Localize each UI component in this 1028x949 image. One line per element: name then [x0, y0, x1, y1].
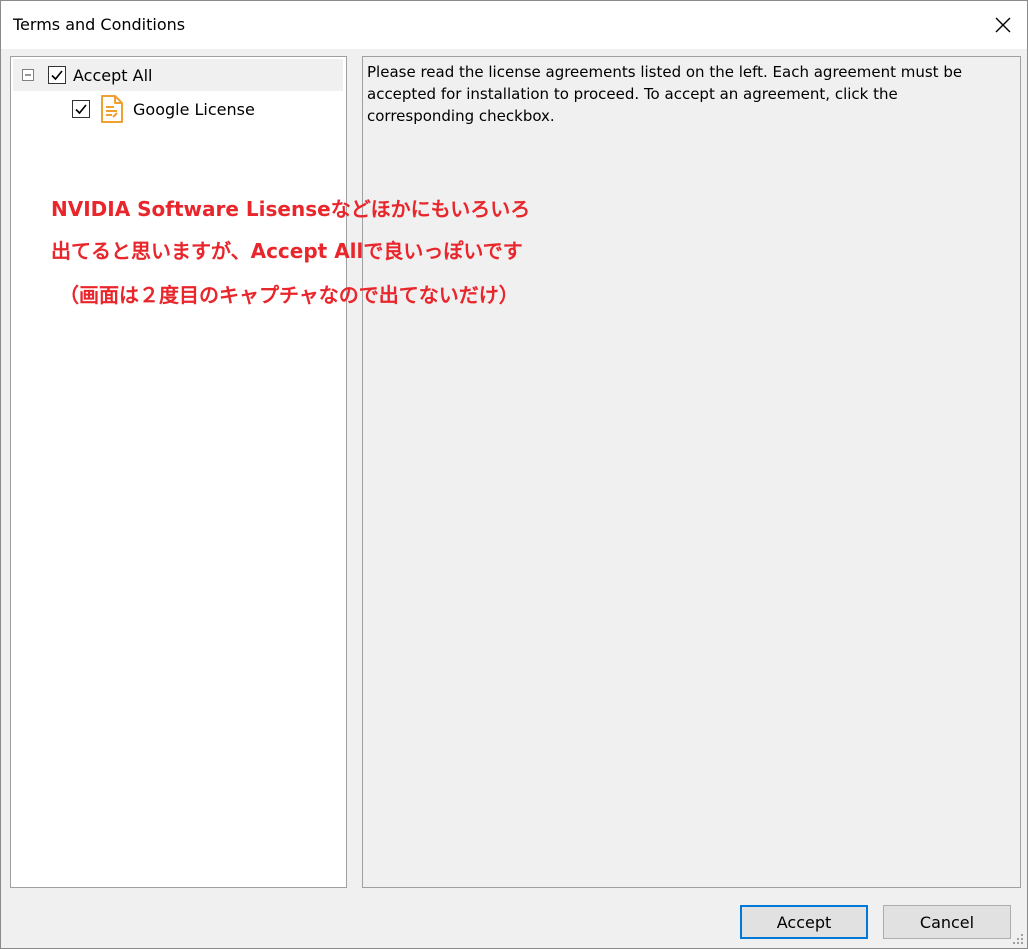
close-button[interactable]	[979, 1, 1027, 49]
accept-all-checkbox[interactable]	[48, 66, 66, 84]
tree-item-label: Accept All	[73, 65, 153, 85]
annotation-line-2: 出てると思いますが、Accept Allで良いっぽいです	[51, 239, 523, 263]
resize-grip-icon[interactable]	[1012, 933, 1024, 945]
description-panel: Please read the license agreements liste…	[362, 56, 1021, 888]
annotation-line-1: NVIDIA Software Lisenseなどほかにもいろいろ	[51, 197, 531, 221]
close-icon	[995, 17, 1011, 33]
description-text: Please read the license agreements liste…	[367, 63, 963, 125]
tree-item-google-license[interactable]: Google License	[13, 93, 255, 125]
annotation-line-3: （画面は２度目のキャプチャなので出てないだけ）	[59, 283, 519, 307]
document-icon	[101, 95, 123, 123]
title-bar[interactable]: Terms and Conditions	[1, 1, 1027, 49]
cancel-button[interactable]: Cancel	[883, 905, 1011, 939]
tree-item-label: Google License	[133, 99, 255, 119]
accept-button[interactable]: Accept	[740, 905, 868, 939]
google-license-checkbox[interactable]	[72, 100, 90, 118]
tree-item-accept-all[interactable]: Accept All	[13, 59, 343, 91]
terms-dialog: Terms and Conditions Accept All Google L…	[0, 0, 1028, 949]
collapse-icon[interactable]	[22, 69, 34, 81]
checkmark-icon	[51, 70, 63, 81]
license-tree[interactable]: Accept All Google License	[10, 56, 347, 888]
checkmark-icon	[75, 104, 87, 115]
window-title: Terms and Conditions	[13, 15, 186, 34]
